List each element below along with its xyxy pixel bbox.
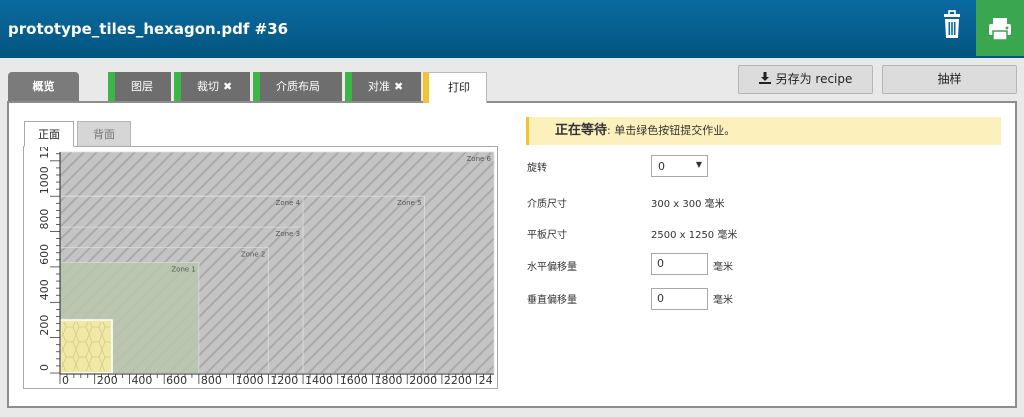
tab-overview[interactable]: 概览 — [8, 72, 79, 102]
table-preview: Zone 1 Zone 2 Zone 3 Zone 4 Zone 5 Zone 6 0 20… — [23, 146, 498, 389]
tab-alignment[interactable]: 对准 ✖ — [345, 72, 421, 102]
x-tick-label: 1200 — [270, 374, 298, 387]
zone-label: Zone 3 — [276, 230, 301, 238]
tab-layers[interactable]: 图层 — [108, 72, 171, 102]
vertical-offset-label: 垂直偏移量 — [527, 295, 577, 306]
y-tick-label: 1200 — [38, 147, 51, 159]
tab-media-layout-label: 介质布局 — [276, 80, 320, 93]
delete-button[interactable] — [935, 9, 969, 45]
tab-front-side[interactable]: 正面 — [24, 121, 74, 147]
table-preview-canvas: Zone 1 Zone 2 Zone 3 Zone 4 Zone 5 Zone 6 0 20… — [38, 147, 495, 387]
tab-back-side[interactable]: 背面 — [77, 121, 131, 147]
y-tick-label: 0 — [38, 364, 51, 371]
printer-icon — [989, 18, 1011, 41]
sample-button[interactable]: 抽样 — [882, 65, 1017, 94]
download-icon — [758, 72, 771, 84]
x-tick-label: 600 — [166, 374, 187, 387]
tab-crop-label: 裁切 — [197, 80, 219, 93]
rotation-value: 0 — [658, 160, 665, 173]
vertical-offset-input[interactable]: 0 — [651, 288, 708, 310]
tab-media-layout[interactable]: 介质布局 — [253, 72, 342, 102]
trash-icon — [944, 10, 960, 38]
zone-label: Zone 2 — [241, 250, 266, 258]
y-tick-label: 600 — [38, 244, 51, 265]
horizontal-offset-input[interactable]: 0 — [651, 253, 708, 275]
y-tick-label: 200 — [38, 315, 51, 336]
table-size-label: 平板尺寸 — [527, 230, 567, 241]
zone-label: Zone 5 — [397, 199, 422, 207]
x-tick-label: 0 — [62, 374, 69, 387]
save-as-recipe-label: 另存为 recipe — [775, 72, 853, 86]
x-tick-label: 24 — [479, 374, 493, 387]
x-tick-label: 400 — [131, 374, 152, 387]
zone-label: Zone 1 — [171, 266, 196, 274]
status-label: 正在等待 — [555, 123, 608, 138]
close-icon[interactable]: ✖ — [223, 80, 232, 93]
tab-layers-label: 图层 — [131, 80, 153, 93]
rotation-select[interactable]: 0 ▼ — [651, 155, 708, 177]
tab-alignment-label: 对准 — [368, 80, 390, 93]
document-title: prototype_tiles_hexagon.pdf #36 — [8, 20, 289, 38]
x-tick-label: 1600 — [340, 374, 368, 387]
chevron-down-icon: ▼ — [695, 160, 702, 169]
print-button[interactable] — [976, 0, 1024, 56]
x-tick-label: 200 — [97, 374, 118, 387]
status-message: : 单击绿色按钮提交作业。 — [607, 124, 736, 137]
x-tick-label: 2200 — [444, 374, 472, 387]
x-tick-label: 1400 — [305, 374, 333, 387]
x-tick-label: 2000 — [409, 374, 437, 387]
zone-label: Zone 4 — [276, 199, 301, 207]
x-tick-label: 800 — [201, 374, 222, 387]
status-banner: 正在等待: 单击绿色按钮提交作业。 — [526, 117, 1001, 145]
rotation-label: 旋转 — [527, 163, 547, 174]
y-tick-label: 1000 — [38, 166, 51, 194]
zone-label: Zone 6 — [467, 155, 492, 163]
horizontal-offset-unit: 毫米 — [713, 262, 733, 273]
tab-print[interactable]: 打印 — [423, 72, 487, 103]
media-size-label: 介质尺寸 — [527, 199, 567, 210]
y-tick-label: 800 — [38, 209, 51, 230]
tab-crop[interactable]: 裁切 ✖ — [174, 72, 250, 102]
horizontal-offset-label: 水平偏移量 — [527, 262, 577, 273]
y-tick-label: 400 — [38, 279, 51, 300]
x-tick-label: 1800 — [374, 374, 402, 387]
x-tick-label: 1000 — [236, 374, 264, 387]
hexagon-tiles — [62, 321, 111, 371]
close-icon[interactable]: ✖ — [394, 80, 403, 93]
save-as-recipe-button[interactable]: 另存为 recipe — [738, 65, 873, 94]
app-header: prototype_tiles_hexagon.pdf #36 — [0, 0, 1024, 58]
vertical-offset-unit: 毫米 — [713, 295, 733, 306]
table-size-value: 2500 x 1250 毫米 — [651, 230, 738, 241]
media-size-value: 300 x 300 毫米 — [651, 199, 725, 210]
